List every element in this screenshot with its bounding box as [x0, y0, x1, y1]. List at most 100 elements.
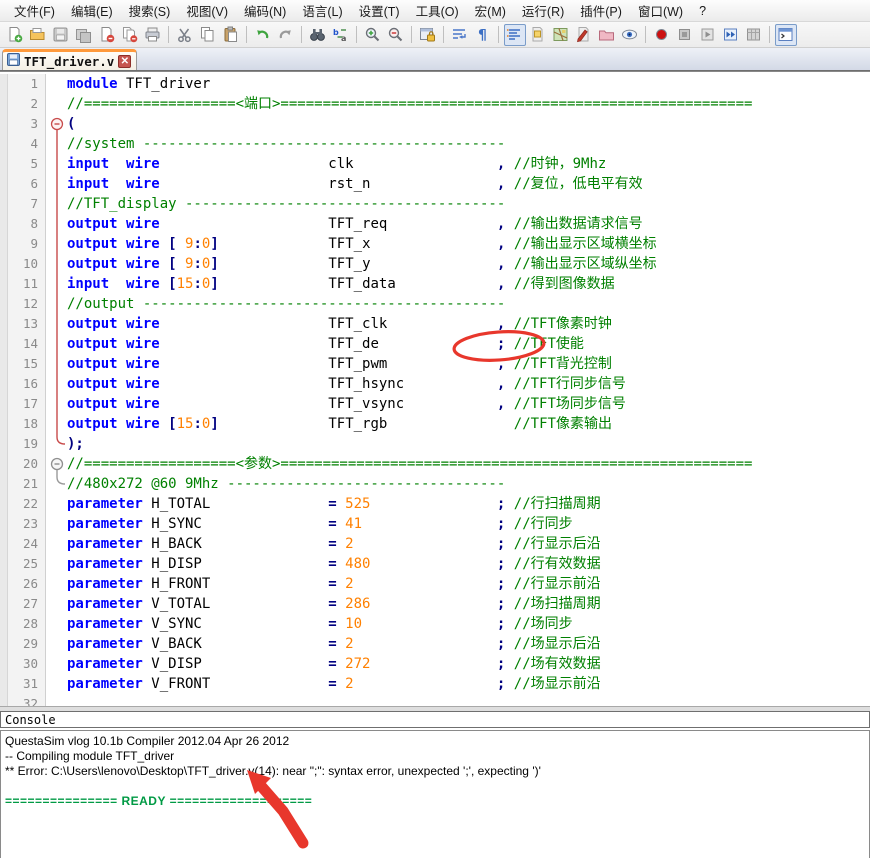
- line-number[interactable]: 27: [8, 594, 46, 614]
- code-line: 20//==================<参数>==============…: [0, 454, 870, 474]
- console-message-line: -- Compiling module TFT_driver: [5, 749, 865, 764]
- close-icon[interactable]: [96, 24, 118, 46]
- line-number[interactable]: 8: [8, 214, 46, 234]
- word-wrap-icon[interactable]: [449, 24, 471, 46]
- menu-item[interactable]: 视图(V): [178, 0, 236, 22]
- console-message-line: QuestaSim vlog 10.1b Compiler 2012.04 Ap…: [5, 734, 865, 749]
- console-output[interactable]: QuestaSim vlog 10.1b Compiler 2012.04 Ap…: [0, 730, 870, 858]
- paste-icon[interactable]: [220, 24, 242, 46]
- console-toggle-icon[interactable]: [775, 24, 797, 46]
- menu-item[interactable]: 编码(N): [236, 0, 294, 22]
- line-number[interactable]: 4: [8, 134, 46, 154]
- function-list-icon[interactable]: [573, 24, 595, 46]
- menu-item[interactable]: 工具(O): [408, 0, 467, 22]
- line-number[interactable]: 22: [8, 494, 46, 514]
- line-number[interactable]: 25: [8, 554, 46, 574]
- tab-tft-driver[interactable]: TFT_driver.v ✕: [2, 49, 137, 70]
- find-icon[interactable]: [307, 24, 329, 46]
- code-lines: 1module TFT_driver2//==================<…: [0, 74, 870, 706]
- copy-icon[interactable]: [197, 24, 219, 46]
- saved-floppy-icon: [7, 53, 20, 69]
- line-number[interactable]: 14: [8, 334, 46, 354]
- toolbar-separator: [498, 26, 499, 43]
- line-number[interactable]: 26: [8, 574, 46, 594]
- open-file-icon[interactable]: [27, 24, 49, 46]
- line-number[interactable]: 23: [8, 514, 46, 534]
- code-line: 27parameter V_TOTAL = 286 ; //场扫描周期: [0, 594, 870, 614]
- toolbar-separator: [411, 26, 412, 43]
- line-number[interactable]: 20: [8, 454, 46, 474]
- code-line: 25parameter H_DISP = 480 ; //行有效数据: [0, 554, 870, 574]
- zoom-in-icon[interactable]: [362, 24, 384, 46]
- indent-guide-icon[interactable]: [527, 24, 549, 46]
- save-all-icon[interactable]: [73, 24, 95, 46]
- close-all-icon[interactable]: [119, 24, 141, 46]
- line-number[interactable]: 3: [8, 114, 46, 134]
- new-file-icon[interactable]: [4, 24, 26, 46]
- code-line: 16output wire TFT_hsync , //TFT行同步信号: [0, 374, 870, 394]
- line-number[interactable]: 16: [8, 374, 46, 394]
- macro-run-multiple-icon[interactable]: [720, 24, 742, 46]
- svg-text:a: a: [341, 34, 346, 43]
- menu-item[interactable]: 插件(P): [572, 0, 630, 22]
- menu-item[interactable]: 语言(L): [294, 0, 350, 22]
- menu-item[interactable]: 宏(M): [467, 0, 514, 22]
- line-number[interactable]: 18: [8, 414, 46, 434]
- replace-icon[interactable]: ba: [330, 24, 352, 46]
- code-line: 28parameter V_SYNC = 10 ; //场同步: [0, 614, 870, 634]
- code-line: 8output wire TFT_req , //输出数据请求信号: [0, 214, 870, 234]
- show-paragraph-icon[interactable]: ¶: [472, 24, 494, 46]
- zoom-out-icon[interactable]: [385, 24, 407, 46]
- line-number[interactable]: 28: [8, 614, 46, 634]
- menu-item[interactable]: ?: [691, 2, 714, 20]
- code-line: 26parameter H_FRONT = 2 ; //行显示前沿: [0, 574, 870, 594]
- line-number[interactable]: 32: [8, 694, 46, 706]
- sync-view-icon[interactable]: [417, 24, 439, 46]
- line-number[interactable]: 2: [8, 94, 46, 114]
- toolbar-separator: [301, 26, 302, 43]
- menu-item[interactable]: 编辑(E): [63, 0, 121, 22]
- menu-item[interactable]: 设置(T): [351, 0, 408, 22]
- line-number[interactable]: 10: [8, 254, 46, 274]
- undo-icon[interactable]: [252, 24, 274, 46]
- tab-close-icon[interactable]: ✕: [118, 55, 131, 68]
- line-number[interactable]: 9: [8, 234, 46, 254]
- tab-bar: TFT_driver.v ✕: [0, 48, 870, 71]
- line-number[interactable]: 15: [8, 354, 46, 374]
- code-line: 29parameter V_BACK = 2 ; //场显示后沿: [0, 634, 870, 654]
- line-number[interactable]: 21: [8, 474, 46, 494]
- menu-item[interactable]: 搜索(S): [121, 0, 179, 22]
- line-number[interactable]: 13: [8, 314, 46, 334]
- line-number[interactable]: 19: [8, 434, 46, 454]
- line-number[interactable]: 7: [8, 194, 46, 214]
- line-number[interactable]: 6: [8, 174, 46, 194]
- redo-icon[interactable]: [275, 24, 297, 46]
- macro-play-icon[interactable]: [697, 24, 719, 46]
- line-number[interactable]: 12: [8, 294, 46, 314]
- menu-item[interactable]: 文件(F): [6, 0, 63, 22]
- line-number[interactable]: 17: [8, 394, 46, 414]
- code-line: 31parameter V_FRONT = 2 ; //场显示前沿: [0, 674, 870, 694]
- code-line: 12//output -----------------------------…: [0, 294, 870, 314]
- line-number[interactable]: 5: [8, 154, 46, 174]
- line-number[interactable]: 24: [8, 534, 46, 554]
- doc-monitor-icon[interactable]: [619, 24, 641, 46]
- show-all-chars-icon[interactable]: [504, 24, 526, 46]
- menu-item[interactable]: 窗口(W): [630, 0, 691, 22]
- folder-workspace-icon[interactable]: [596, 24, 618, 46]
- line-number[interactable]: 31: [8, 674, 46, 694]
- cut-icon[interactable]: [174, 24, 196, 46]
- print-icon[interactable]: [142, 24, 164, 46]
- doc-map-icon[interactable]: [550, 24, 572, 46]
- console-panel-header[interactable]: Console: [0, 711, 870, 728]
- line-number[interactable]: 30: [8, 654, 46, 674]
- line-number[interactable]: 11: [8, 274, 46, 294]
- macro-stop-icon[interactable]: [674, 24, 696, 46]
- save-icon[interactable]: [50, 24, 72, 46]
- line-number[interactable]: 29: [8, 634, 46, 654]
- macro-record-icon[interactable]: [651, 24, 673, 46]
- line-number[interactable]: 1: [8, 74, 46, 94]
- code-editor[interactable]: 1module TFT_driver2//==================<…: [0, 71, 870, 706]
- menu-item[interactable]: 运行(R): [514, 0, 572, 22]
- macro-save-icon[interactable]: [743, 24, 765, 46]
